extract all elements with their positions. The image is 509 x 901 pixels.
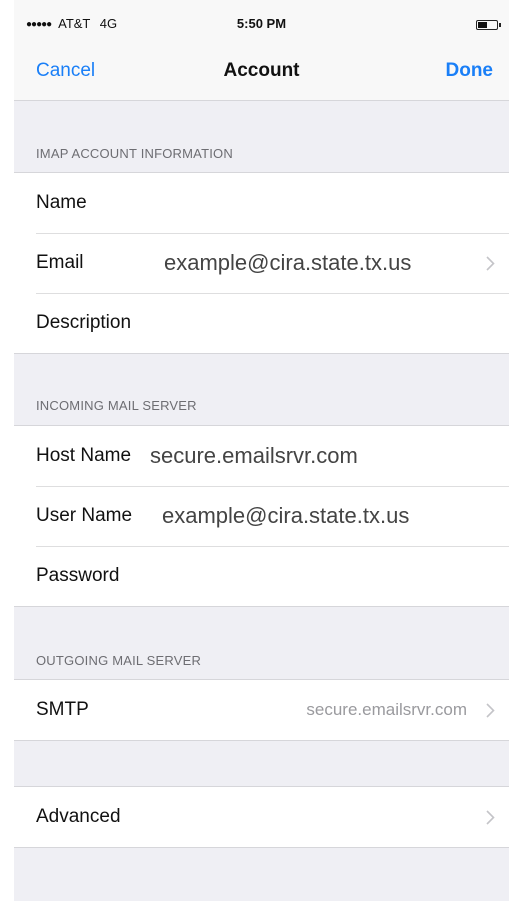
incoming-section-header: INCOMING MAIL SERVER: [36, 398, 197, 413]
email-row[interactable]: Email example@cira.state.tx.us: [14, 233, 509, 293]
description-row[interactable]: Description: [14, 293, 509, 353]
advanced-group: Advanced: [14, 786, 509, 848]
user-name-label: User Name: [36, 505, 133, 526]
email-label: Email: [36, 252, 84, 273]
done-button[interactable]: Done: [446, 56, 494, 86]
host-name-value: secure.emailsrvr.com: [150, 443, 358, 468]
imap-section-header: IMAP ACCOUNT INFORMATION: [36, 146, 233, 161]
user-name-row[interactable]: User Name example@cira.state.tx.us: [14, 486, 509, 546]
host-name-row[interactable]: Host Name secure.emailsrvr.com: [14, 426, 509, 486]
chevron-right-icon: [486, 787, 495, 847]
smtp-value: secure.emailsrvr.com: [306, 700, 467, 719]
top-bar: ●●●●● AT&T 4G 5:50 PM Account Cancel Don…: [14, 0, 509, 101]
password-label: Password: [36, 565, 120, 586]
chevron-right-icon: [486, 680, 495, 740]
phone-screen: ●●●●● AT&T 4G 5:50 PM Account Cancel Don…: [14, 0, 509, 901]
smtp-row[interactable]: SMTP secure.emailsrvr.com: [14, 680, 509, 740]
advanced-row[interactable]: Advanced: [14, 787, 509, 847]
name-row[interactable]: Name: [14, 173, 509, 233]
description-label: Description: [36, 312, 132, 333]
name-label: Name: [36, 192, 87, 213]
outgoing-server-group: SMTP secure.emailsrvr.com: [14, 679, 509, 741]
incoming-server-group: Host Name secure.emailsrvr.com User Name…: [14, 425, 509, 607]
battery-low-icon: [476, 20, 501, 30]
chevron-right-icon: [486, 233, 495, 293]
email-value: example@cira.state.tx.us: [164, 250, 412, 275]
status-time: 5:50 PM: [236, 16, 287, 31]
outgoing-section-header: OUTGOING MAIL SERVER: [36, 653, 202, 668]
imap-account-group: Name Email example@cira.state.tx.us Desc…: [14, 172, 509, 354]
user-name-value: example@cira.state.tx.us: [162, 503, 410, 528]
cancel-button[interactable]: Cancel: [36, 56, 95, 86]
smtp-label: SMTP: [36, 699, 89, 720]
password-row[interactable]: Password: [14, 546, 509, 606]
advanced-label: Advanced: [36, 806, 121, 827]
host-name-label: Host Name: [36, 445, 132, 466]
